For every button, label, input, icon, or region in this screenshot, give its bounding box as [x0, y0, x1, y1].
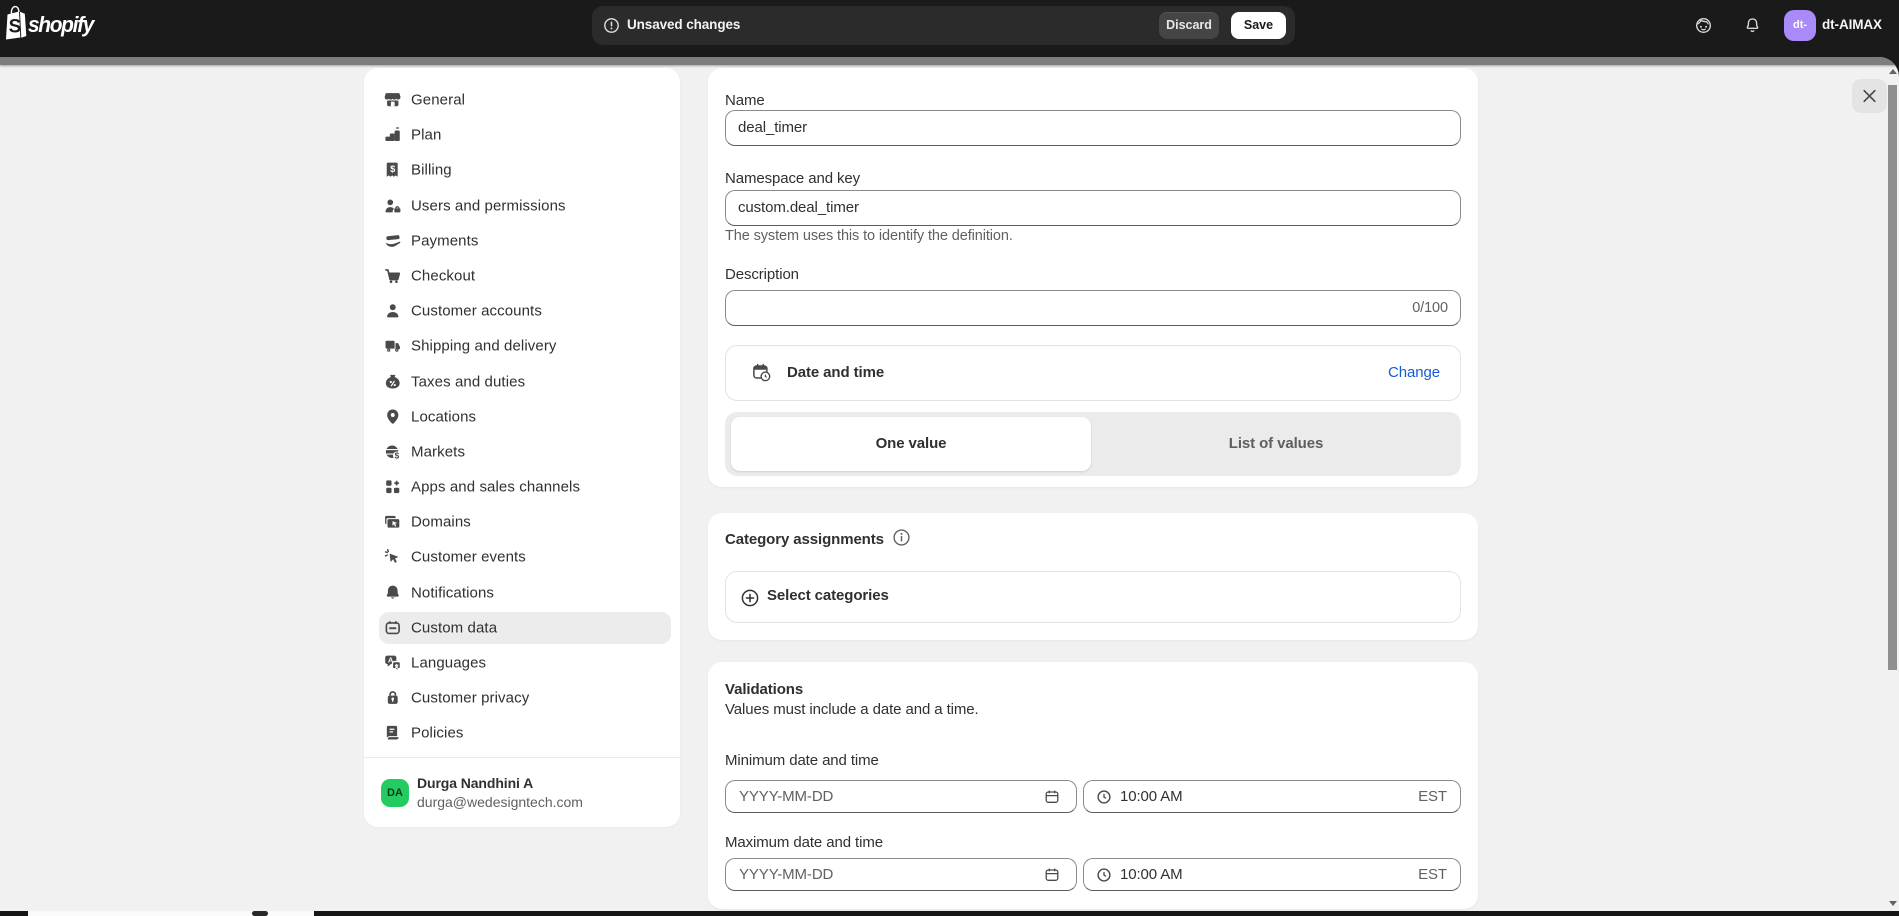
svg-text:$: $	[390, 164, 396, 174]
svg-text:S: S	[9, 17, 22, 38]
svg-text:$: $	[395, 451, 400, 460]
